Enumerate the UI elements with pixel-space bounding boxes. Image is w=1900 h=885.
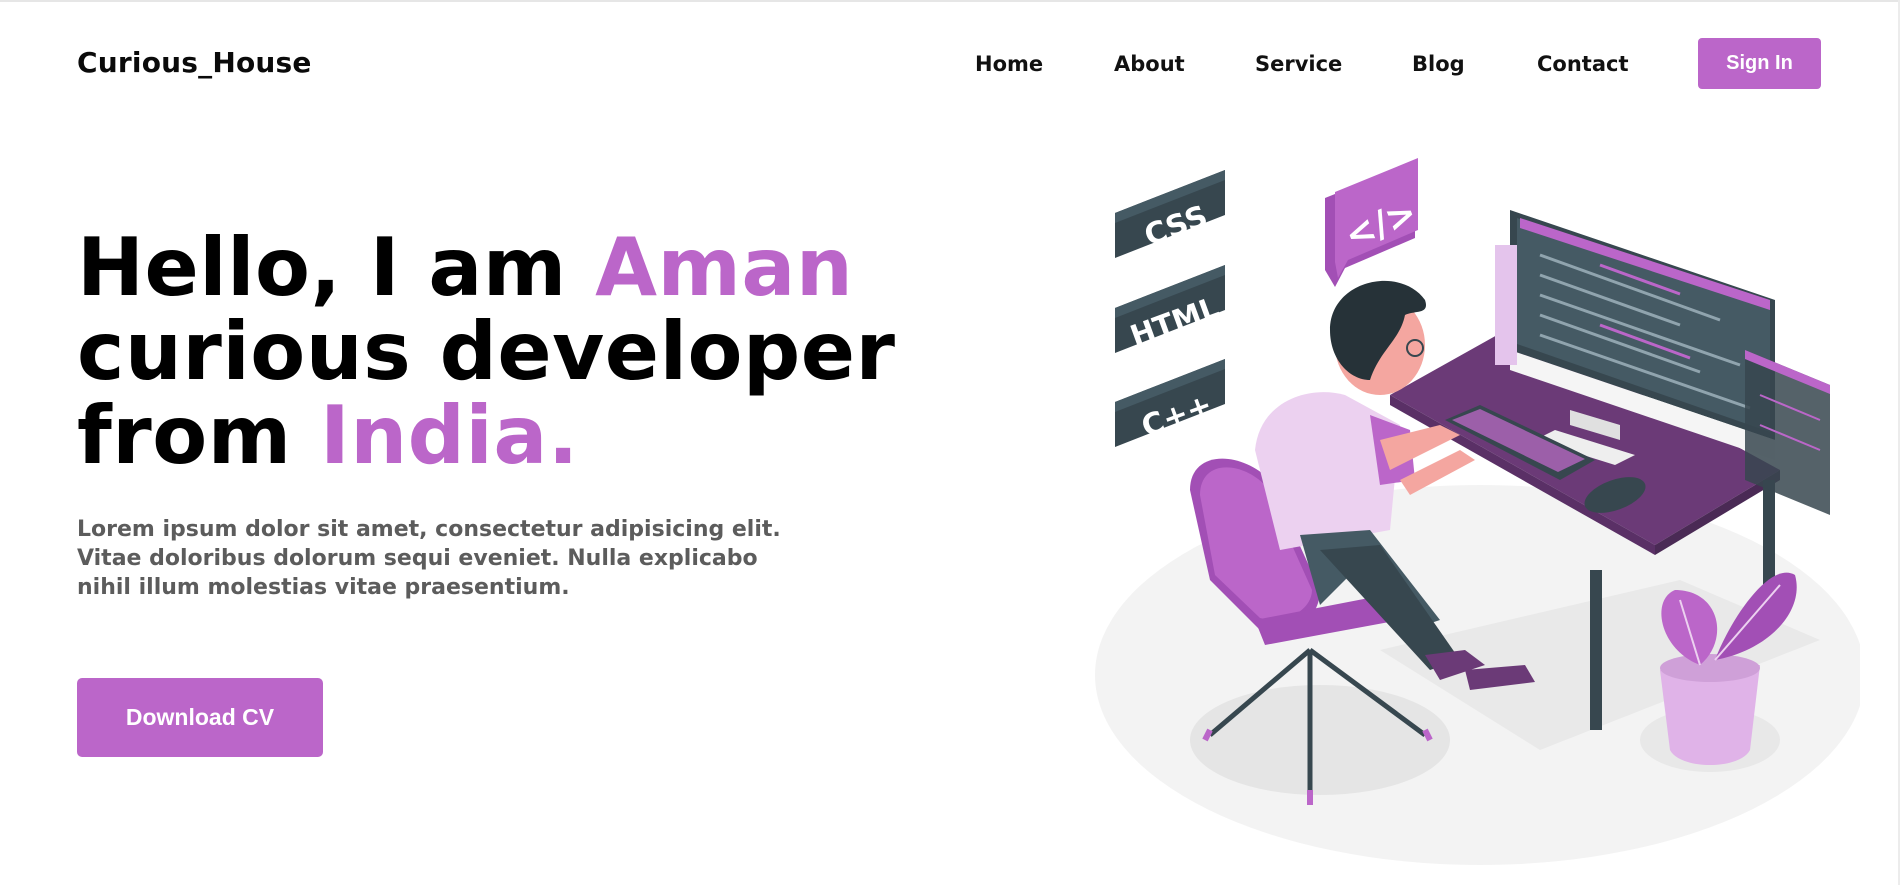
hero-greeting: Hello, I am <box>77 221 596 314</box>
download-cv-button[interactable]: Download CV <box>77 678 323 757</box>
nav-service[interactable]: Service <box>1255 52 1342 76</box>
hero-from: from <box>77 389 320 482</box>
cpp-tag: C++ <box>1115 359 1225 447</box>
nav-home[interactable]: Home <box>975 52 1043 76</box>
hero-line-2: curious developer <box>77 305 896 398</box>
hero-country: India. <box>319 389 579 482</box>
hero-description: Lorem ipsum dolor sit amet, consectetur … <box>77 517 781 600</box>
nav-about[interactable]: About <box>1114 52 1185 76</box>
code-bubble: </> <box>1325 158 1423 287</box>
nav-contact[interactable]: Contact <box>1537 52 1629 76</box>
hero-title: Hello, I am Aman curious developer from … <box>77 226 895 478</box>
top-border <box>0 0 1900 2</box>
sign-in-button[interactable]: Sign In <box>1698 38 1821 89</box>
hero-name: Aman <box>595 221 854 314</box>
developer-illustration: CSS HTML C++ </> <box>1095 158 1860 865</box>
chair-shadow <box>1190 685 1450 795</box>
hero-line-3: from India. <box>77 389 579 482</box>
brand-logo[interactable]: Curious_House <box>77 46 312 79</box>
html-tag: HTML <box>1115 265 1225 353</box>
hero-line-1: Hello, I am Aman <box>77 221 853 314</box>
nav-blog[interactable]: Blog <box>1412 52 1465 76</box>
css-tag: CSS <box>1115 170 1225 258</box>
